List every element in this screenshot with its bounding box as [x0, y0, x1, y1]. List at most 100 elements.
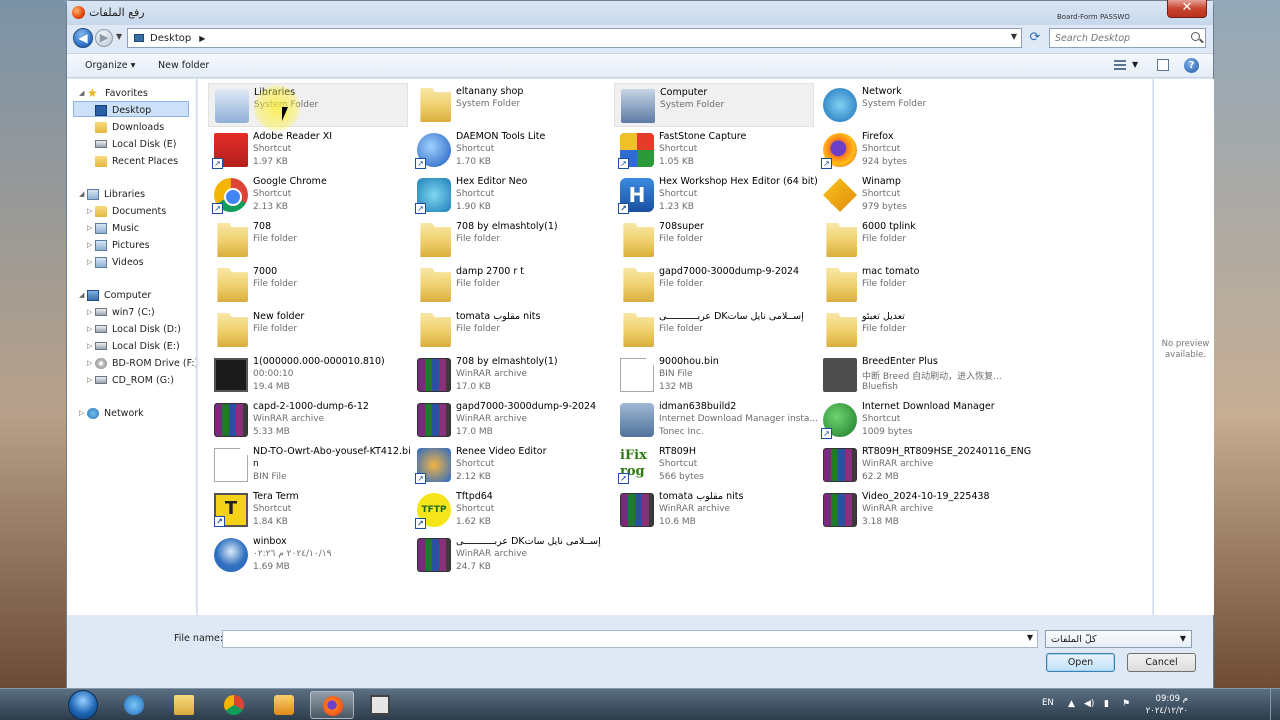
forward-button[interactable]: ▶	[95, 29, 113, 47]
address-bar[interactable]: Desktop ▶ ▼	[127, 28, 1022, 48]
tray-arrow-icon[interactable]: ▲	[1068, 699, 1078, 709]
taskbar-firefox[interactable]	[310, 691, 354, 719]
breadcrumb-arrow-icon[interactable]: ▶	[199, 34, 205, 43]
back-button[interactable]: ◀	[73, 28, 93, 48]
nav-item-cd-rom[interactable]: CD_ROM (G:)	[95, 372, 174, 388]
file-item[interactable]: H ↗ Hex Workshop Hex Editor (64 bit) Shortc…	[614, 173, 818, 217]
title-bar[interactable]: رفع الملفات Board-Form PASSWO ✕	[67, 0, 1213, 25]
file-item[interactable]: tomata مقلوب nits File folder	[411, 308, 611, 352]
nav-item-documents[interactable]: Documents	[95, 203, 166, 219]
language-indicator[interactable]: EN	[1042, 698, 1054, 708]
change-view-icon[interactable]	[1114, 60, 1126, 71]
address-dropdown-icon[interactable]: ▼	[1011, 32, 1017, 41]
file-item[interactable]: RT809H_RT809HSE_20240116_ENG WinRAR archi…	[817, 443, 1031, 487]
file-item[interactable]: ↗ Hex Editor Neo Shortcut 1.90 KB	[411, 173, 611, 217]
preview-pane-icon[interactable]	[1157, 59, 1169, 71]
clock-time[interactable]: 09:09 م	[1143, 694, 1188, 704]
file-item[interactable]: iFix rog ↗ RT809H Shortcut 566 bytes	[614, 443, 814, 487]
expand-arrow-icon[interactable]: ▷	[87, 376, 92, 384]
file-item[interactable]: winbox ٢٠٢٤/١٠/١٩ م ٠٢:٢٦ 1.69 MB	[208, 533, 408, 577]
new-folder-button[interactable]: New folder	[158, 60, 209, 71]
refresh-button[interactable]: ⟳	[1025, 29, 1045, 47]
nav-item-downloads[interactable]: Downloads	[95, 119, 164, 135]
file-item[interactable]: ↗ Google Chrome Shortcut 2.13 KB	[208, 173, 408, 217]
file-item[interactable]: New folder File folder	[208, 308, 408, 352]
expand-arrow-icon[interactable]: ▷	[87, 359, 92, 367]
nav-favorites[interactable]: ★ Favorites	[87, 85, 148, 101]
nav-item-win7-c[interactable]: win7 (C:)	[95, 304, 155, 320]
nav-item-local-disk-d[interactable]: Local Disk (D:)	[95, 321, 181, 337]
file-item[interactable]: ↗ Internet Download Manager Shortcut 1009 b…	[817, 398, 1017, 442]
file-type-filter-select[interactable]: كلّ الملفات ▼	[1045, 630, 1192, 648]
file-item[interactable]: ↗ Winamp Shortcut 979 bytes	[817, 173, 1017, 217]
expand-arrow-icon[interactable]: ▷	[87, 325, 92, 333]
taskbar-chrome[interactable]	[212, 691, 256, 719]
file-item[interactable]: Computer System Folder	[614, 83, 814, 127]
expand-arrow-icon[interactable]: ▷	[87, 342, 92, 350]
file-item[interactable]: عربـــــــــــى DKإســلامى نايل سات WinRA…	[411, 533, 611, 577]
file-item[interactable]: gapd7000-3000dump-9-2024 File folder	[614, 263, 814, 307]
file-item[interactable]: eltanany shop System Folder	[411, 83, 611, 127]
open-button[interactable]: Open	[1046, 653, 1115, 672]
file-item[interactable]: ↗ Renee Video Editor Shortcut 2.12 KB	[411, 443, 611, 487]
file-item[interactable]: 708 by elmashtoly(1) WinRAR archive 17.0 K…	[411, 353, 611, 397]
nav-computer[interactable]: Computer	[87, 287, 151, 303]
file-item[interactable]: عربـــــــــــى DKإســلامى نايل سات File …	[614, 308, 814, 352]
help-icon[interactable]: ?	[1184, 58, 1199, 73]
nav-item-local-disk-e2[interactable]: Local Disk (E:)	[95, 338, 180, 354]
file-item[interactable]: TFTP ↗ Tftpd64 Shortcut 1.62 KB	[411, 488, 611, 532]
taskbar-media-player[interactable]	[262, 691, 306, 719]
file-item[interactable]: mac tomato File folder	[817, 263, 1017, 307]
file-item[interactable]: 708 by elmashtoly(1) File folder	[411, 218, 611, 262]
nav-network[interactable]: Network	[87, 405, 144, 421]
file-item[interactable]: idman638build2 Internet Download Manager …	[614, 398, 818, 442]
collapse-arrow-icon[interactable]: ◢	[79, 89, 84, 97]
nav-item-bd-rom[interactable]: BD-ROM Drive (F:) D	[95, 355, 196, 371]
file-item[interactable]: BreedEnter Plus 中断 Breed 自动刷动，进入恢复... Blue…	[817, 353, 1017, 397]
expand-arrow-icon[interactable]: ▷	[87, 224, 92, 232]
file-name-dropdown-icon[interactable]: ▼	[1027, 633, 1033, 642]
file-item[interactable]: Network System Folder	[817, 83, 1017, 127]
file-item[interactable]: ↗ DAEMON Tools Lite Shortcut 1.70 KB	[411, 128, 611, 172]
file-item[interactable]: ↗ Firefox Shortcut 924 bytes	[817, 128, 1017, 172]
show-desktop-button[interactable]	[1270, 689, 1280, 720]
address-path[interactable]: Desktop	[150, 33, 191, 44]
file-item[interactable]: damp 2700 r t File folder	[411, 263, 611, 307]
taskbar-breed[interactable]	[358, 691, 402, 719]
file-item[interactable]: T ↗ Tera Term Shortcut 1.84 KB	[208, 488, 408, 532]
nav-item-videos[interactable]: Videos	[95, 254, 144, 270]
file-item[interactable]: ↗ Adobe Reader XI Shortcut 1.97 KB	[208, 128, 408, 172]
network-tray-icon[interactable]: ▮	[1104, 699, 1114, 709]
expand-arrow-icon[interactable]: ▷	[79, 409, 84, 417]
file-item[interactable]: تعديل تعبئو File folder	[817, 308, 1017, 352]
file-item[interactable]: 6000 tplink File folder	[817, 218, 1017, 262]
file-item[interactable]: 9000hou.bin BIN File 132 MB	[614, 353, 814, 397]
organize-button[interactable]: Organize ▾	[85, 60, 135, 71]
file-item[interactable]: ↗ FastStone Capture Shortcut 1.05 KB	[614, 128, 814, 172]
clock-date[interactable]: ٢٠٢٤/١٢/٣٠	[1128, 706, 1188, 716]
file-item[interactable]: tomata مقلوب nits WinRAR archive 10.6 MB	[614, 488, 814, 532]
collapse-arrow-icon[interactable]: ◢	[79, 291, 84, 299]
collapse-arrow-icon[interactable]: ◢	[79, 190, 84, 198]
recent-pages-dropdown-icon[interactable]: ▼	[116, 32, 122, 41]
expand-arrow-icon[interactable]: ▷	[87, 258, 92, 266]
volume-icon[interactable]: ◀)	[1084, 699, 1094, 709]
start-button[interactable]	[68, 690, 98, 720]
file-item[interactable]: gapd7000-3000dump-9-2024 WinRAR archive 17…	[411, 398, 611, 442]
taskbar-explorer[interactable]	[162, 691, 206, 719]
nav-item-local-disk-e[interactable]: Local Disk (E)	[95, 136, 176, 152]
close-button[interactable]: ✕	[1167, 0, 1207, 18]
file-item[interactable]: ND-TO-Owrt-Abo-yousef-KT412.bi n BIN File	[208, 443, 411, 487]
expand-arrow-icon[interactable]: ▷	[87, 241, 92, 249]
file-item[interactable]: LibrariesSystem Folder	[208, 83, 408, 127]
file-item[interactable]: 1(000000.000-000010.810) 00:00:10 19.4 MB	[208, 353, 408, 397]
file-item[interactable]: Video_2024-10-19_225438 WinRAR archive 3.1…	[817, 488, 1017, 532]
file-item[interactable]: 708super File folder	[614, 218, 814, 262]
view-dropdown-icon[interactable]: ▼	[1132, 60, 1138, 69]
expand-arrow-icon[interactable]: ▷	[87, 308, 92, 316]
file-item[interactable]: 708 File folder	[208, 218, 408, 262]
cancel-button[interactable]: Cancel	[1127, 653, 1196, 672]
nav-item-desktop[interactable]: Desktop	[95, 102, 151, 118]
nav-item-music[interactable]: Music	[95, 220, 139, 236]
file-name-input[interactable]: ▼	[222, 630, 1038, 648]
